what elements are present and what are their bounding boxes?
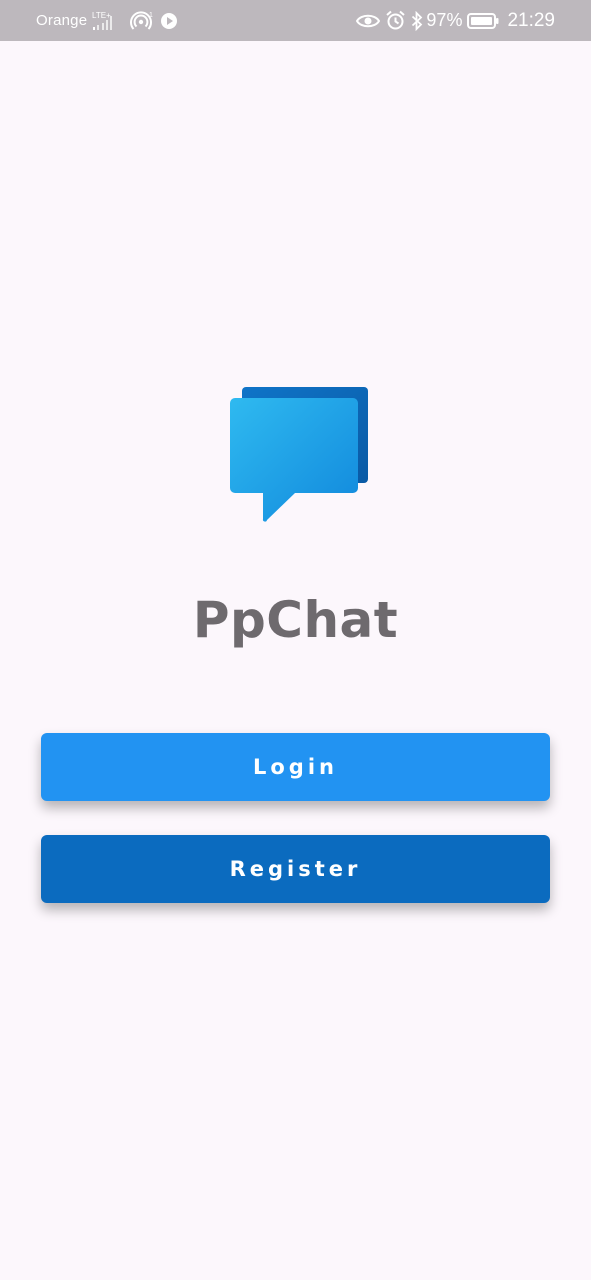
svg-text:LTE+: LTE+ [92,11,111,20]
battery-percent: 97% [426,10,463,30]
app-title: PpChat [192,591,399,649]
login-button[interactable]: Login [41,733,550,801]
media-play-icon [160,12,178,30]
eye-icon [356,12,381,30]
login-button-label: Login [253,755,338,779]
register-button[interactable]: Register [41,835,550,903]
status-bar-right: 97% 21:29 [356,0,555,41]
register-button-label: Register [229,857,362,881]
alarm-icon [385,10,406,31]
carrier-name: Orange [36,12,88,29]
battery-icon [467,12,499,30]
hotspot-icon: 1 [130,10,156,32]
chat-bubbles-icon [229,387,369,523]
status-bar: Orange LTE+ 1 97% 21:29 [0,0,591,41]
svg-text:1: 1 [149,12,153,19]
clock: 21:29 [507,9,555,31]
bluetooth-icon [411,10,423,31]
status-bar-left: Orange LTE+ 1 [36,0,178,41]
signal-icon: LTE+ [90,10,124,32]
